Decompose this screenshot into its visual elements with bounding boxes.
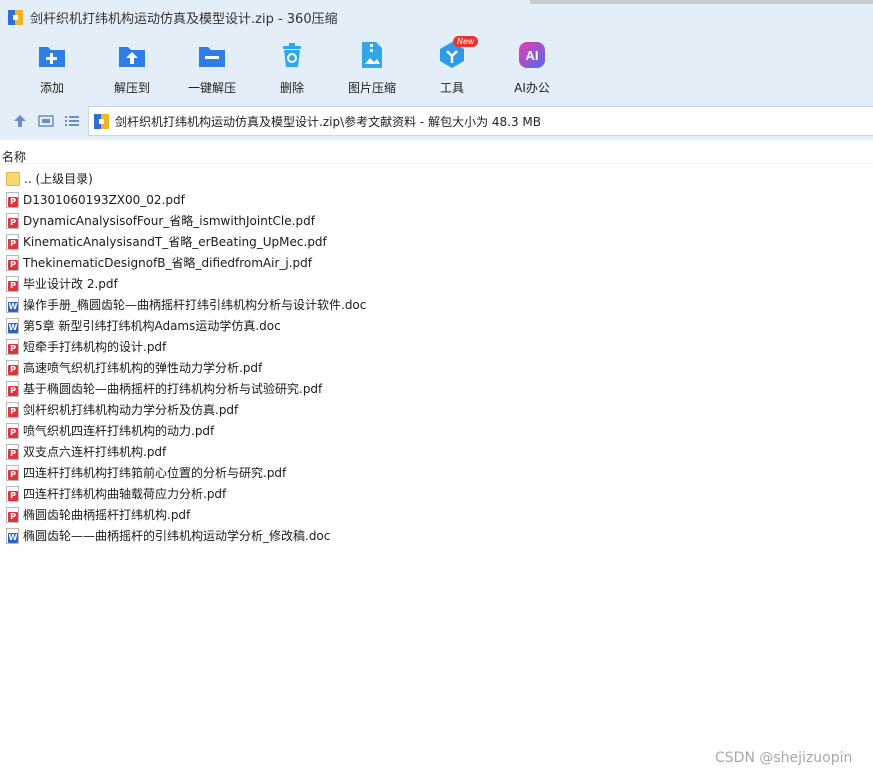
file-name: 剑杆织机打纬机构动力学分析及仿真.pdf <box>23 403 239 417</box>
ai-office-label: AI办公 <box>514 81 550 95</box>
pdf-file-icon <box>6 422 19 439</box>
ai-office-icon: AI <box>517 40 547 70</box>
svg-text:AI: AI <box>526 48 539 63</box>
title-bar: 剑杆织机打纬机构运动仿真及模型设计.zip - 360压缩 <box>0 0 873 34</box>
list-item[interactable]: 毕业设计改 2.pdf <box>6 273 866 294</box>
file-name: 椭圆齿轮曲柄摇杆打纬机构.pdf <box>23 508 191 522</box>
one-click-extract-label: 一键解压 <box>187 81 236 95</box>
list-item[interactable]: 椭圆齿轮曲柄摇杆打纬机构.pdf <box>6 504 866 525</box>
toolbar: 添加 解压到 一键解压 删除 图片压缩 New 工具 AI AI办公 <box>0 34 873 102</box>
delete-button[interactable]: 删除 <box>252 40 332 96</box>
pdf-file-icon <box>6 359 19 376</box>
pdf-file-icon <box>6 275 19 292</box>
word-doc-icon <box>6 296 19 313</box>
pdf-file-icon <box>6 380 19 397</box>
file-name: 基于椭圆齿轮—曲柄摇杆的打纬机构分析与试验研究.pdf <box>23 382 323 396</box>
file-name: 操作手册_椭圆齿轮—曲柄摇杆打纬引纬机构分析与设计软件.doc <box>23 298 367 312</box>
tools-label: 工具 <box>439 81 464 95</box>
pdf-file-icon <box>6 485 19 502</box>
pdf-file-icon <box>6 464 19 481</box>
pdf-file-icon <box>6 254 19 271</box>
extract-to-button[interactable]: 解压到 <box>92 40 172 96</box>
delete-label: 删除 <box>279 81 304 95</box>
file-name: .. (上级目录) <box>24 172 93 186</box>
folder-icon <box>6 171 20 186</box>
image-compress-icon <box>357 40 387 70</box>
tools-cube-icon: New <box>437 36 479 70</box>
file-name: 双支点六连杆打纬机构.pdf <box>23 445 167 459</box>
add-button[interactable]: 添加 <box>12 40 92 96</box>
list-item-parent-dir[interactable]: .. (上级目录) <box>6 168 866 189</box>
360zip-app-icon <box>8 9 23 25</box>
pdf-file-icon <box>6 338 19 355</box>
one-click-extract-icon <box>197 40 227 70</box>
overlay-shadow-strip <box>530 0 873 4</box>
pdf-file-icon <box>6 212 19 229</box>
tools-button[interactable]: New 工具 <box>412 36 492 96</box>
address-bar: 剑杆织机打纬机构运动仿真及模型设计.zip\参考文献资料 - 解包大小为 48.… <box>0 102 873 140</box>
add-label: 添加 <box>39 81 64 95</box>
list-item[interactable]: 双支点六连杆打纬机构.pdf <box>6 441 866 462</box>
pdf-file-icon <box>6 233 19 250</box>
list-item[interactable]: DynamicAnalysisofFour_省略_ismwithJointCle… <box>6 210 866 231</box>
path-box[interactable]: 剑杆织机打纬机构运动仿真及模型设计.zip\参考文献资料 - 解包大小为 48.… <box>88 106 873 136</box>
list-view-icon[interactable] <box>64 113 80 129</box>
ai-office-button[interactable]: AI AI办公 <box>492 40 572 96</box>
extract-to-folder-icon <box>117 40 147 70</box>
list-item[interactable]: KinematicAnalysisandT_省略_erBeating_UpMec… <box>6 231 866 252</box>
thumbnail-view-icon[interactable] <box>38 113 54 129</box>
image-compress-button[interactable]: 图片压缩 <box>332 40 412 96</box>
list-item[interactable]: 剑杆织机打纬机构动力学分析及仿真.pdf <box>6 399 866 420</box>
file-name: 四连杆打纬机构打纬筘前心位置的分析与研究.pdf <box>23 466 287 480</box>
window-title: 剑杆织机打纬机构运动仿真及模型设计.zip - 360压缩 <box>30 11 338 27</box>
file-name: 第5章 新型引纬打纬机构Adams运动学仿真.doc <box>23 319 281 333</box>
file-name: KinematicAnalysisandT_省略_erBeating_UpMec… <box>23 235 327 249</box>
file-list: .. (上级目录) D1301060193ZX00_02.pdf Dynamic… <box>6 168 866 546</box>
word-doc-icon <box>6 317 19 334</box>
new-badge: New <box>453 36 479 47</box>
file-name: DynamicAnalysisofFour_省略_ismwithJointCle… <box>23 214 315 228</box>
watermark: CSDN @shejizuopin <box>715 750 853 766</box>
archive-path: 剑杆织机打纬机构运动仿真及模型设计.zip\参考文献资料 - 解包大小为 48.… <box>115 114 542 129</box>
word-doc-icon <box>6 527 19 544</box>
pdf-file-icon <box>6 401 19 418</box>
header-divider <box>0 163 873 164</box>
zip-archive-icon <box>94 113 109 129</box>
extract-to-label: 解压到 <box>113 81 150 95</box>
file-name: 椭圆齿轮——曲柄摇杆的引纬机构运动学分析_修改稿.doc <box>23 529 331 543</box>
image-compress-label: 图片压缩 <box>347 81 396 95</box>
file-name: 喷气织机四连杆打纬机构的动力.pdf <box>23 424 215 438</box>
list-item[interactable]: 喷气织机四连杆打纬机构的动力.pdf <box>6 420 866 441</box>
file-name: 短牵手打纬机构的设计.pdf <box>23 340 167 354</box>
list-item[interactable]: D1301060193ZX00_02.pdf <box>6 189 866 210</box>
list-item[interactable]: 短牵手打纬机构的设计.pdf <box>6 336 866 357</box>
add-folder-icon <box>37 40 67 70</box>
file-name: 四连杆打纬机构曲轴载荷应力分析.pdf <box>23 487 227 501</box>
file-name: D1301060193ZX00_02.pdf <box>23 192 185 207</box>
list-item[interactable]: 基于椭圆齿轮—曲柄摇杆的打纬机构分析与试验研究.pdf <box>6 378 866 399</box>
delete-trash-icon <box>277 40 307 70</box>
list-item[interactable]: 四连杆打纬机构打纬筘前心位置的分析与研究.pdf <box>6 462 866 483</box>
file-name: 高速喷气织机打纬机构的弹性动力学分析.pdf <box>23 361 263 375</box>
one-click-extract-button[interactable]: 一键解压 <box>172 40 252 96</box>
list-item[interactable]: 操作手册_椭圆齿轮—曲柄摇杆打纬引纬机构分析与设计软件.doc <box>6 294 866 315</box>
list-item[interactable]: ThekinematicDesignofB_省略_difiedfromAir_j… <box>6 252 866 273</box>
list-item[interactable]: 第5章 新型引纬打纬机构Adams运动学仿真.doc <box>6 315 866 336</box>
file-name: 毕业设计改 2.pdf <box>23 277 118 291</box>
list-item[interactable]: 四连杆打纬机构曲轴载荷应力分析.pdf <box>6 483 866 504</box>
pdf-file-icon <box>6 191 19 208</box>
file-name: ThekinematicDesignofB_省略_difiedfromAir_j… <box>23 256 313 270</box>
list-item[interactable]: 高速喷气织机打纬机构的弹性动力学分析.pdf <box>6 357 866 378</box>
column-header[interactable]: 名称 <box>0 145 873 165</box>
pdf-file-icon <box>6 443 19 460</box>
list-item[interactable]: 椭圆齿轮——曲柄摇杆的引纬机构运动学分析_修改稿.doc <box>6 525 866 546</box>
pdf-file-icon <box>6 506 19 523</box>
up-arrow-icon[interactable] <box>12 113 28 129</box>
